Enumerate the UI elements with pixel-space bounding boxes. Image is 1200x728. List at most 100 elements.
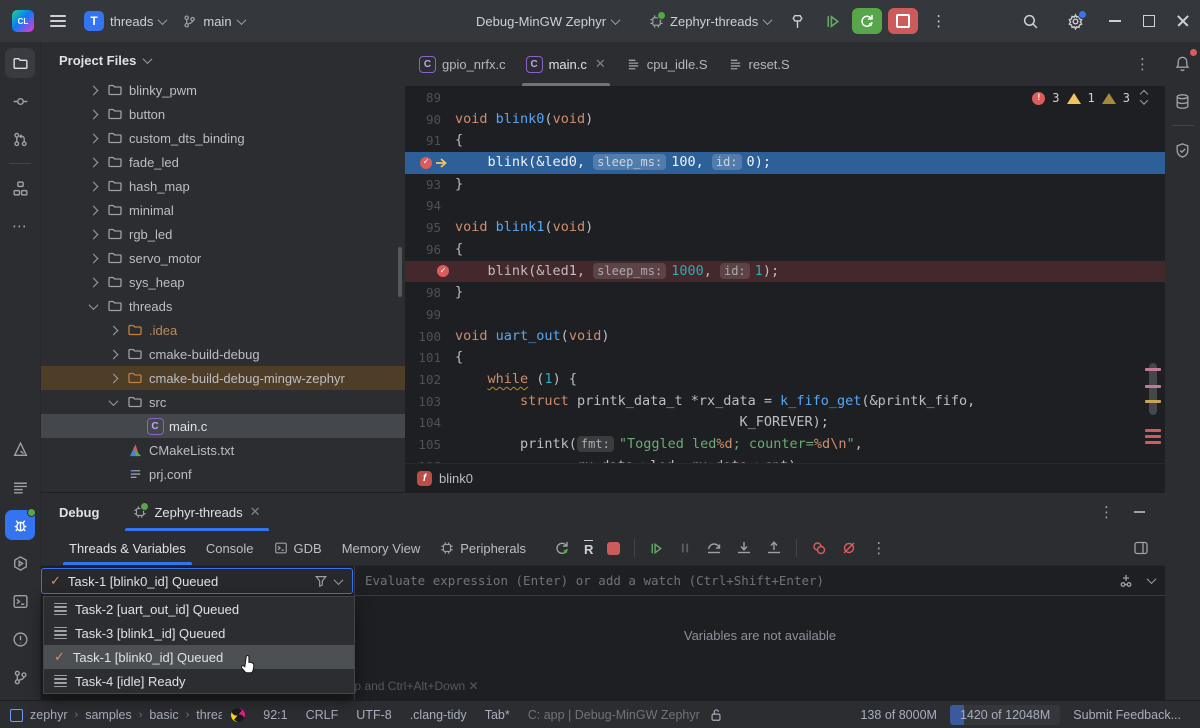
filter-funnel-icon[interactable] <box>314 574 328 588</box>
close-icon[interactable]: ✕ <box>250 504 261 520</box>
thread-selector-combobox[interactable]: ✓ Task-1 [blink0_id] Queued <box>41 568 353 594</box>
code-editor[interactable]: 8990void blink0(void)91{✓ blink(&led0, s… <box>405 87 1165 463</box>
submit-feedback-link[interactable]: Submit Feedback... <box>1064 708 1190 722</box>
debug-resume-icon[interactable] <box>824 13 841 30</box>
add-watch-icon[interactable] <box>1118 573 1134 589</box>
tree-item-src[interactable]: src <box>41 390 405 414</box>
chevron-right-icon[interactable] <box>85 159 101 166</box>
thread-item-task-4-idle-ready[interactable]: Task-4 [idle] Ready <box>44 669 354 693</box>
status-crumb-samples[interactable]: samples <box>85 708 132 722</box>
tree-scrollbar[interactable] <box>398 247 402 297</box>
stop-icon[interactable] <box>607 542 620 555</box>
debugger-tab-gdb[interactable]: GDB <box>264 531 332 565</box>
caret-position[interactable]: 92:1 <box>254 708 296 722</box>
editor-tab-gpio-nrfx-c[interactable]: Cgpio_nrfx.c <box>409 42 516 86</box>
chevron-right-icon[interactable] <box>85 111 101 118</box>
problems-tool-icon[interactable] <box>5 624 35 654</box>
panel-options-icon[interactable]: ⋮ <box>1099 503 1114 521</box>
chevron-right-icon[interactable] <box>85 87 101 94</box>
step-into-icon[interactable] <box>736 540 752 556</box>
gutter-92[interactable]: ✓ <box>405 157 455 169</box>
minimize-button[interactable] <box>1098 0 1132 42</box>
tree-item-cmake-build-debug-mingw-zephyr[interactable]: cmake-build-debug-mingw-zephyr <box>41 366 405 390</box>
tree-item-hash-map[interactable]: hash_map <box>41 174 405 198</box>
vcs-branch-widget[interactable]: main <box>174 7 252 35</box>
chevron-down-icon[interactable] <box>1147 574 1157 584</box>
rerun-icon[interactable] <box>554 540 570 556</box>
todo-tool-icon[interactable] <box>5 472 35 502</box>
security-shield-icon[interactable] <box>1168 135 1198 165</box>
debugger-tab-threads-variables[interactable]: Threads & Variables <box>59 531 196 565</box>
editor-tab-cpu-idle-s[interactable]: cpu_idle.S <box>616 42 718 86</box>
tree-item-servo-motor[interactable]: servo_motor <box>41 246 405 270</box>
layout-settings-icon[interactable] <box>1133 540 1149 556</box>
maximize-button[interactable] <box>1132 0 1166 42</box>
scroll-mark[interactable] <box>1145 429 1161 432</box>
chevron-down-icon[interactable] <box>85 303 101 310</box>
inspections-widget[interactable]: ! 3 1 3 <box>1032 91 1147 105</box>
chevron-right-icon[interactable] <box>85 135 101 142</box>
tree-item-button[interactable]: button <box>41 102 405 126</box>
structure-tool-icon[interactable] <box>5 173 35 203</box>
tree-item-custom-dts-binding[interactable]: custom_dts_binding <box>41 126 405 150</box>
scroll-mark[interactable] <box>1145 385 1161 388</box>
stop-button[interactable] <box>888 8 918 34</box>
scroll-mark[interactable] <box>1145 435 1161 438</box>
step-over-icon[interactable] <box>706 540 722 556</box>
status-breadcrumbs[interactable]: zephyr›samples›basic›threads <box>0 708 222 722</box>
more-icon[interactable]: ⋮ <box>871 539 886 557</box>
chevron-right-icon[interactable] <box>85 255 101 262</box>
step-out-icon[interactable] <box>766 540 782 556</box>
scroll-mark[interactable] <box>1145 400 1161 403</box>
scroll-mark[interactable] <box>1145 441 1161 444</box>
tree-item-threads[interactable]: threads <box>41 294 405 318</box>
main-menu-icon[interactable] <box>50 15 66 27</box>
inspection-nav-icons[interactable] <box>1141 91 1147 105</box>
tree-item-cmakelists-txt[interactable]: CMakeLists.txt <box>41 438 405 462</box>
project-tool-icon[interactable] <box>5 48 35 78</box>
resolve-context[interactable]: C: app | Debug-MinGW Zephyr <box>519 708 709 722</box>
tab-list-icon[interactable]: ⋮ <box>1121 42 1165 86</box>
gutter-97[interactable]: ✓ <box>405 265 455 277</box>
thread-item-task-1-blink0-id-queued[interactable]: ✓Task-1 [blink0_id] Queued <box>44 645 354 669</box>
line-separator[interactable]: CRLF <box>297 708 348 722</box>
indent-widget[interactable]: Tab* <box>476 708 519 722</box>
cmake-tool-icon[interactable] <box>5 434 35 464</box>
status-crumb-zephyr[interactable]: zephyr <box>30 708 68 722</box>
file-encoding[interactable]: UTF-8 <box>347 708 400 722</box>
more-actions-icon[interactable]: ⋮ <box>931 12 947 30</box>
breakpoint-icon[interactable]: ✓ <box>437 265 449 277</box>
scroll-mark[interactable] <box>1145 368 1161 371</box>
close-icon[interactable]: ✕ <box>595 56 606 72</box>
chevron-right-icon[interactable] <box>105 351 121 358</box>
tree-item-minimal[interactable]: minimal <box>41 198 405 222</box>
debug-tool-icon[interactable] <box>5 510 35 540</box>
debugger-tab-console[interactable]: Console <box>196 531 264 565</box>
services-tool-icon[interactable] <box>5 548 35 578</box>
tree-item-idea[interactable]: .idea <box>41 318 405 342</box>
editor-tab-reset-s[interactable]: reset.S <box>718 42 800 86</box>
status-crumb-threads[interactable]: threads <box>196 708 222 722</box>
tree-item-rgb-led[interactable]: rgb_led <box>41 222 405 246</box>
rerun-debug-button[interactable] <box>852 8 882 34</box>
memory-indicator[interactable]: 1420 of 12048M <box>950 705 1060 725</box>
debug-session-tab[interactable]: Zephyr-threads ✕ <box>125 493 268 531</box>
pull-requests-tool-icon[interactable] <box>5 124 35 154</box>
chevron-right-icon[interactable] <box>85 207 101 214</box>
breakpoint-icon[interactable]: ✓ <box>420 157 432 169</box>
heap-indicator[interactable]: 138 of 8000M <box>851 708 945 722</box>
evaluate-expression-bar[interactable]: Evaluate expression (Enter) or add a wat… <box>355 566 1165 596</box>
debug-session-selector[interactable]: Zephyr-threads <box>641 7 779 35</box>
status-crumb-basic[interactable]: basic <box>149 708 178 722</box>
tree-item-prj-conf[interactable]: prj.conf <box>41 462 405 486</box>
editor-tab-main-c[interactable]: Cmain.c✕ <box>516 42 616 86</box>
pause-icon[interactable] <box>678 541 692 555</box>
build-hammer-icon[interactable] <box>789 13 806 30</box>
mute-breakpoints-icon[interactable] <box>841 540 857 556</box>
chevron-right-icon[interactable] <box>105 375 121 382</box>
tree-item-fade-led[interactable]: fade_led <box>41 150 405 174</box>
search-icon[interactable] <box>1022 13 1039 30</box>
chevron-right-icon[interactable] <box>85 279 101 286</box>
chevron-down-icon[interactable] <box>105 399 121 406</box>
debugger-tab-memory-view[interactable]: Memory View <box>332 531 431 565</box>
